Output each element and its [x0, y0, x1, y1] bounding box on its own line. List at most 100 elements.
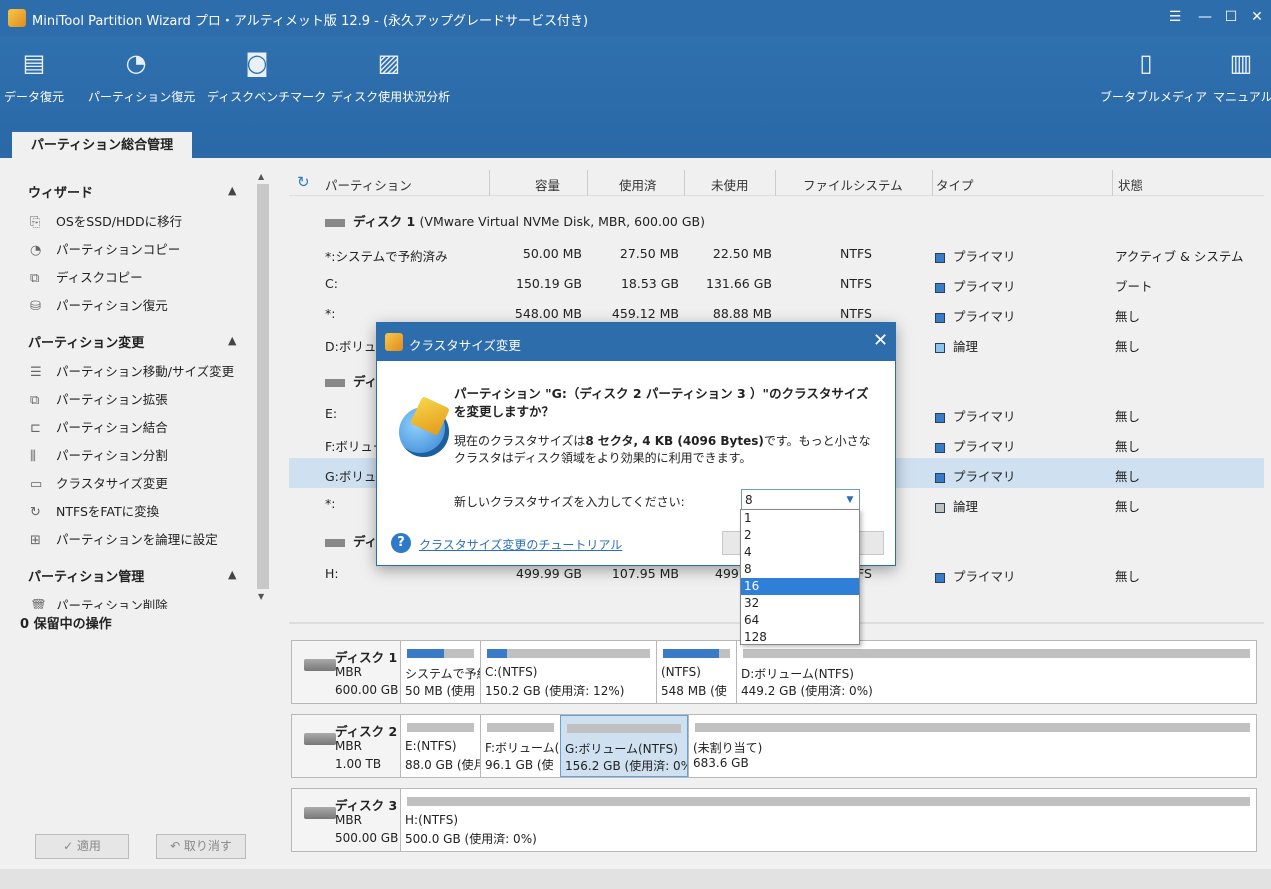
partition-recovery-button[interactable]: ◔ パーティション復元: [88, 48, 195, 105]
sidebar-item-change-cluster-size[interactable]: ▭ クラスタサイズ変更: [30, 473, 168, 492]
disk-map-disk-1[interactable]: ディスク 1 MBR 600.00 GB システムで予約50 MB (使用 C:…: [291, 640, 1257, 704]
action-panel: ウィザード ▲ ⎘ OSをSSD/HDDに移行 ◔ パーティションコピー ⧉ ディスク…: [0, 158, 281, 869]
col-type[interactable]: タイプ: [936, 175, 974, 194]
data-recovery-button[interactable]: ▤ データ復元: [4, 48, 64, 105]
primary-partition-icon: [935, 442, 945, 453]
collapse-chevron-icon[interactable]: ▲: [228, 568, 236, 581]
dropdown-option[interactable]: 2: [741, 527, 859, 544]
dropdown-option[interactable]: 1: [741, 510, 859, 527]
sidebar-item-delete-partition[interactable]: 🗑 パーティション削除: [30, 595, 168, 609]
sidebar-item-partition-recovery[interactable]: ⛁ パーティション復元: [30, 295, 168, 314]
app-logo-icon: [8, 9, 26, 27]
refresh-icon[interactable]: ↻: [297, 173, 310, 191]
primary-partition-icon: [935, 252, 945, 263]
sidebar-scrollbar[interactable]: ▲ ▼: [256, 172, 270, 602]
sidebar-item-extend[interactable]: ⧉ パーティション拡張: [30, 389, 168, 408]
table-header: ↻ パーティション 容量 使用済 未使用 ファイルシステム タイプ 状態: [289, 170, 1264, 196]
col-status[interactable]: 状態: [1118, 175, 1143, 194]
primary-partition-icon: [935, 412, 945, 423]
cluster-size-prompt: 新しいクラスタサイズを入力してください:: [454, 495, 685, 509]
primary-partition-icon: [935, 572, 945, 583]
partition-block[interactable]: F:ボリューム(N 96.1 GB (使: [480, 715, 560, 777]
dropdown-option[interactable]: 64: [741, 612, 859, 629]
disk-map-disk-2[interactable]: ディスク 2 MBR 1.00 TB E:(NTFS) 88.0 GB (使月 F…: [291, 714, 1257, 778]
sidebar-item-copy-disk[interactable]: ⧉ ディスクコピー: [30, 267, 143, 286]
sidebar-item-move-resize[interactable]: ☰ パーティション移動/サイズ変更: [30, 361, 234, 380]
tab-partition-management[interactable]: パーティション総合管理: [12, 130, 192, 158]
disk-3-row[interactable]: ディ: [325, 531, 377, 550]
sidebar-item-ntfs-to-fat[interactable]: ↻ NTFSをFATに変換: [30, 501, 159, 520]
partition-block-selected[interactable]: G:ボリューム(NTFS) 156.2 GB (使用済: 0%: [560, 715, 688, 777]
col-partition[interactable]: パーティション: [325, 175, 412, 194]
disk-map-disk-3[interactable]: ディスク 3 MBR 500.00 GB H:(NTFS) 500.0 GB (使…: [291, 788, 1257, 852]
col-filesystem[interactable]: ファイルシステム: [803, 175, 903, 194]
collapse-chevron-icon[interactable]: ▲: [228, 334, 236, 347]
scrollbar-thumb[interactable]: [257, 184, 269, 589]
logical-partition-icon: [935, 342, 945, 353]
bootable-media-button[interactable]: ▯ ブータブルメディア: [1100, 48, 1207, 105]
help-icon[interactable]: ?: [391, 533, 411, 553]
sidebar-item-set-logical[interactable]: ⊞ パーティションを論理に設定: [30, 529, 218, 548]
disk-label: ディスク 2 MBR 1.00 TB: [292, 715, 400, 777]
dropdown-option[interactable]: 128: [741, 629, 859, 646]
copy-disk-icon: ⧉: [30, 271, 40, 286]
undo-button[interactable]: ↶ 取り消す: [156, 834, 246, 859]
dropdown-option[interactable]: 8: [741, 561, 859, 578]
sidebar-item-merge[interactable]: ⊏ パーティション結合: [30, 417, 168, 436]
move-resize-icon: ☰: [30, 365, 42, 380]
partition-block[interactable]: (NTFS) 548 MB (使: [656, 641, 736, 703]
disk-benchmark-button[interactable]: ◙ ディスクベンチマーク: [207, 48, 326, 105]
sidebar-item-copy-partition[interactable]: ◔ パーティションコピー: [30, 239, 180, 258]
primary-partition-icon: [935, 472, 945, 483]
apply-button[interactable]: ✓ 適用: [35, 834, 129, 859]
manual-button[interactable]: ▥ マニュアル: [1213, 48, 1271, 105]
space-analyzer-button[interactable]: ▨ ディスク使用状況分析: [331, 48, 450, 105]
section-manage-partition[interactable]: パーティション管理: [28, 566, 144, 585]
hard-disk-icon: [304, 659, 336, 671]
disk-2-row[interactable]: ディ: [325, 371, 377, 390]
convert-icon: ↻: [30, 505, 41, 520]
minimize-button[interactable]: —: [1194, 6, 1216, 28]
dropdown-option-highlighted[interactable]: 16: [741, 578, 859, 595]
col-used[interactable]: 使用済: [619, 175, 657, 194]
table-row[interactable]: C: 150.19 GB 18.53 GB 131.66 GB NTFS プライ…: [289, 268, 1264, 298]
partition-block[interactable]: (未割り当て) 683.6 GB: [688, 715, 1256, 777]
close-button[interactable]: ✕: [1246, 6, 1268, 28]
section-change-partition[interactable]: パーティション変更: [28, 332, 144, 351]
window-title: MiniTool Partition Wizard プロ・アルティメット版 12…: [32, 14, 589, 29]
partition-block[interactable]: E:(NTFS) 88.0 GB (使月: [400, 715, 480, 777]
title-bar: MiniTool Partition Wizard プロ・アルティメット版 12…: [0, 0, 1271, 36]
trash-icon: 🗑: [30, 599, 47, 609]
table-row[interactable]: *:システムで予約済み 50.00 MB 27.50 MB 22.50 MB N…: [289, 238, 1264, 268]
col-capacity[interactable]: 容量: [535, 175, 560, 194]
manual-icon: ▥: [1229, 49, 1253, 77]
section-wizard[interactable]: ウィザード: [28, 182, 93, 201]
disk-map: ディスク 1 MBR 600.00 GB システムで予約50 MB (使用 C:…: [289, 628, 1271, 869]
collapse-chevron-icon[interactable]: ▲: [228, 184, 236, 197]
maximize-button[interactable]: ☐: [1220, 6, 1242, 28]
sidebar-item-migrate-os[interactable]: ⎘ OSをSSD/HDDに移行: [30, 211, 182, 230]
tutorial-link[interactable]: クラスタサイズ変更のチュートリアル: [419, 536, 622, 553]
sidebar-item-split[interactable]: ⫼ パーティション分割: [30, 445, 168, 464]
wizard-icon: [385, 333, 403, 351]
col-unused[interactable]: 未使用: [711, 175, 749, 194]
disk-icon: [325, 218, 345, 227]
menu-icon[interactable]: ☰: [1164, 6, 1186, 28]
partition-block[interactable]: D:ボリューム(NTFS) 449.2 GB (使用済: 0%): [736, 641, 1256, 703]
hard-disk-icon: [304, 733, 336, 745]
hard-disk-icon: [304, 807, 336, 819]
dropdown-option[interactable]: 32: [741, 595, 859, 612]
disk-1-row[interactable]: ディスク 1 (VMware Virtual NVMe Disk, MBR, 6…: [325, 211, 705, 230]
cluster-size-dropdown[interactable]: 1 2 4 8 16 32 64 128: [740, 509, 860, 645]
partition-block[interactable]: H:(NTFS) 500.0 GB (使用済: 0%): [400, 789, 1256, 851]
partition-block[interactable]: C:(NTFS) 150.2 GB (使用済: 12%): [480, 641, 656, 703]
dialog-title: クラスタサイズ変更: [409, 338, 521, 353]
disk-label: ディスク 3 MBR 500.00 GB: [292, 789, 400, 851]
scroll-up-icon[interactable]: ▲: [258, 172, 264, 181]
dialog-close-button[interactable]: ✕: [873, 330, 888, 351]
scroll-down-icon[interactable]: ▼: [258, 592, 264, 601]
dropdown-option[interactable]: 4: [741, 544, 859, 561]
chevron-down-icon[interactable]: ▼: [841, 490, 859, 510]
partition-block[interactable]: システムで予約50 MB (使用: [400, 641, 480, 703]
cluster-size-select[interactable]: 8 ▼: [741, 489, 860, 511]
